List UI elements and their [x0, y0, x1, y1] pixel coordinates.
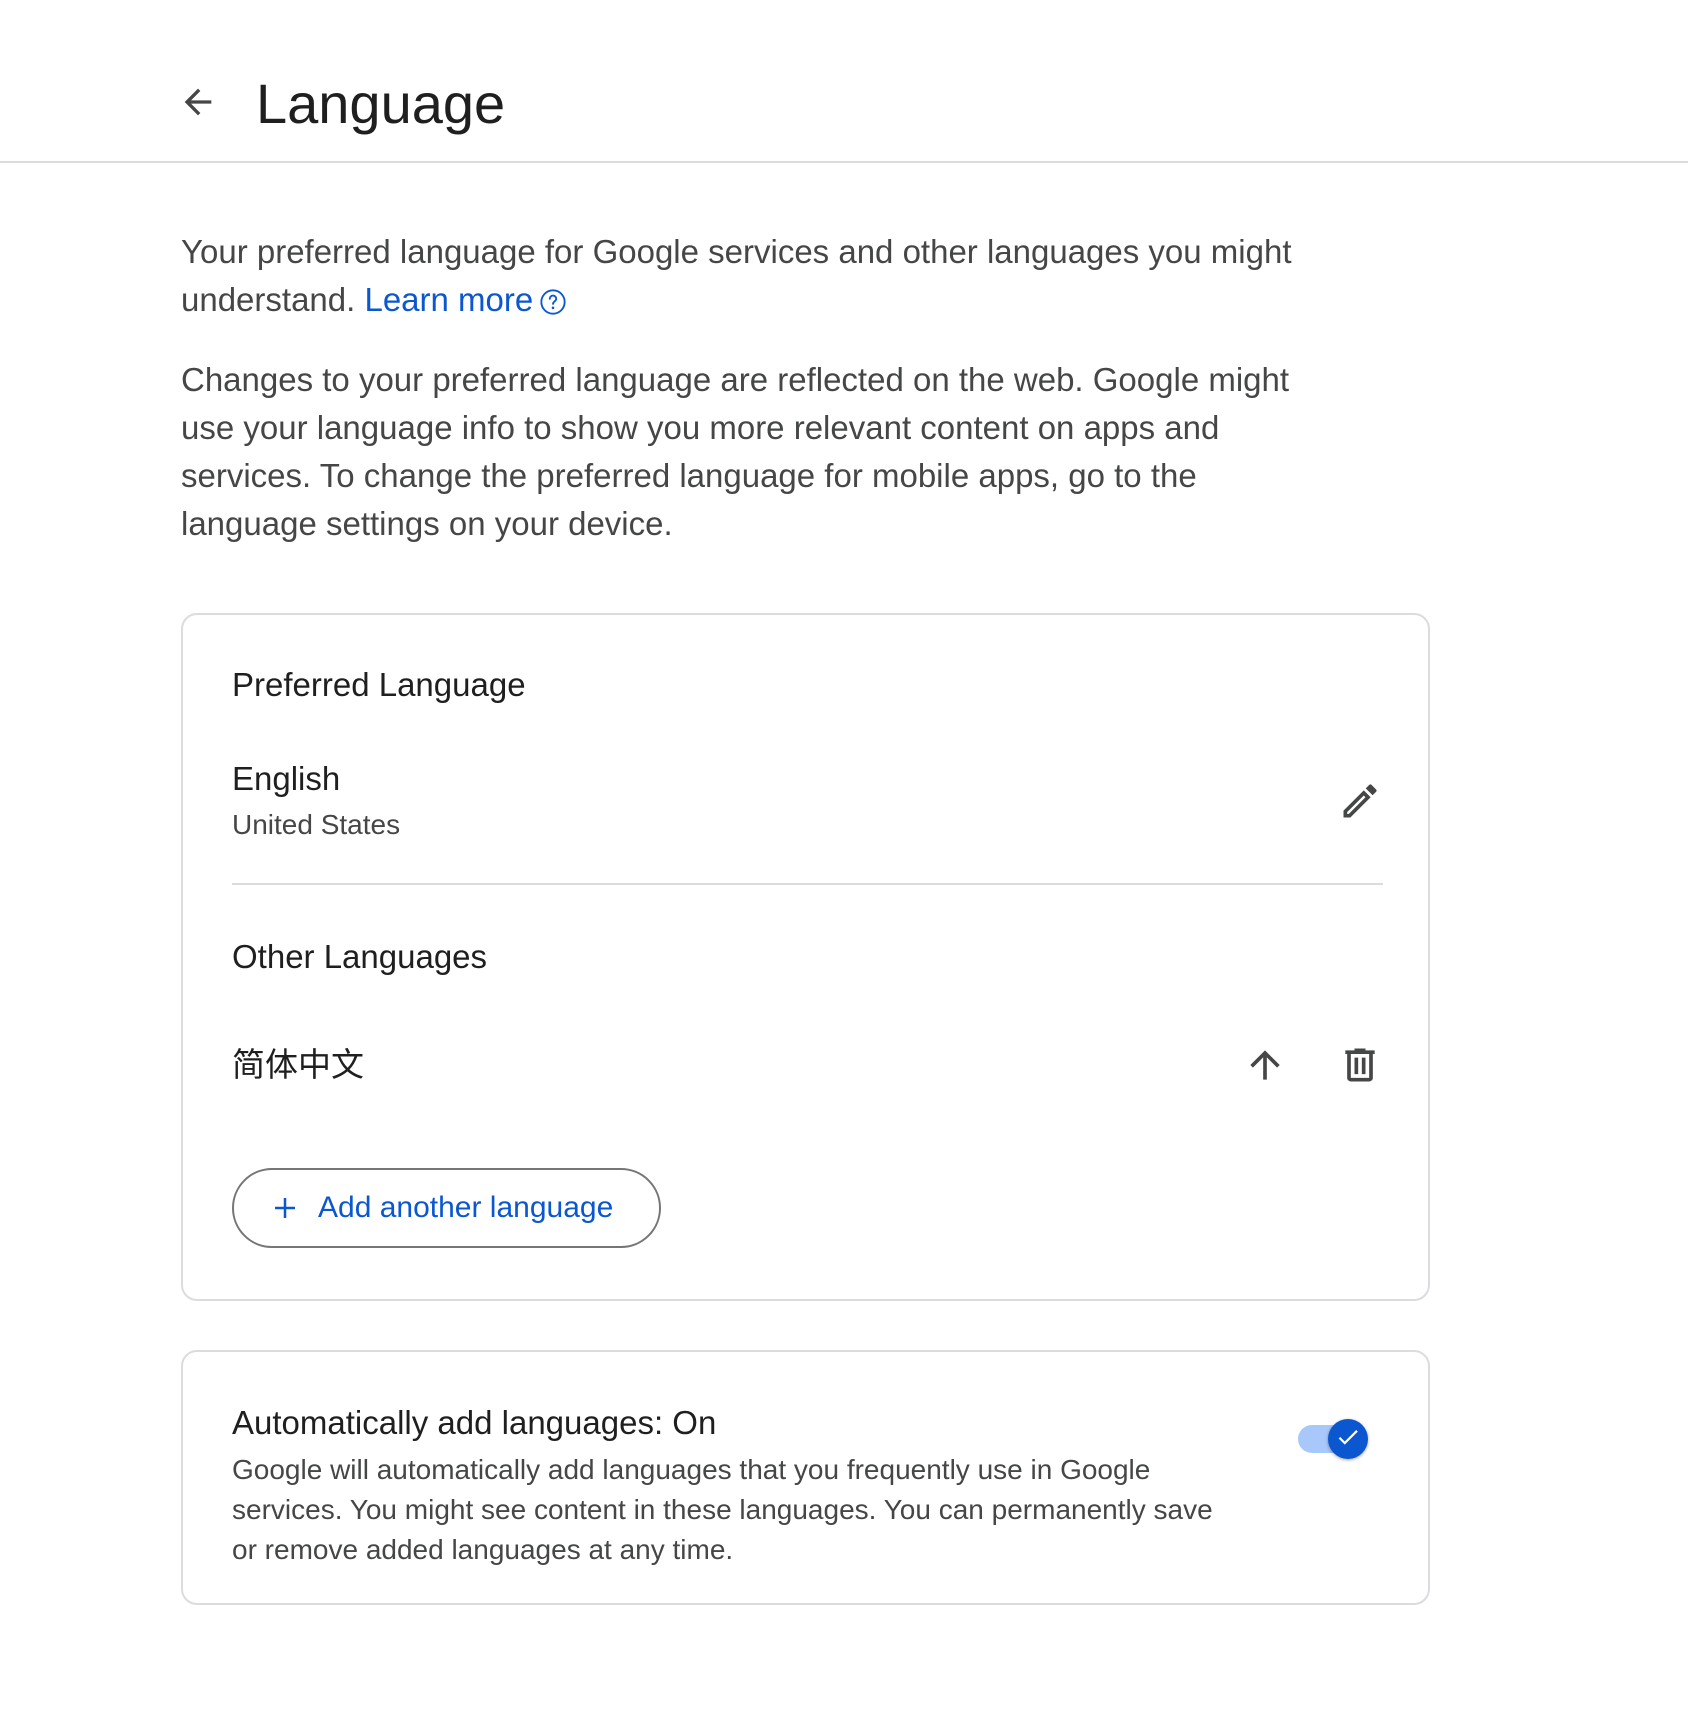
delete-language-button[interactable]: [1332, 1039, 1388, 1095]
auto-add-title: Automatically add languages: On: [232, 1404, 717, 1441]
preferred-language-region: United States: [232, 809, 401, 840]
edit-preferred-language-button[interactable]: [1332, 775, 1388, 831]
check-icon: [1335, 1424, 1361, 1455]
other-languages-title: Other Languages: [232, 938, 488, 975]
pencil-icon: [1338, 779, 1382, 828]
back-button[interactable]: [172, 78, 224, 130]
intro-text: Your preferred language for Google servi…: [181, 228, 1331, 329]
arrow-up-icon: [1243, 1043, 1287, 1092]
preferred-language-name: English: [232, 760, 341, 797]
auto-add-card: Automatically add languages: On Google w…: [181, 1350, 1430, 1605]
learn-more-link[interactable]: Learn more: [364, 281, 567, 318]
move-up-button[interactable]: [1237, 1039, 1293, 1095]
plus-icon: [270, 1193, 300, 1223]
toggle-thumb: [1328, 1419, 1368, 1459]
section-divider: [232, 883, 1383, 885]
arrow-left-icon: [178, 82, 218, 127]
auto-add-description: Google will automatically add languages …: [232, 1454, 1213, 1565]
trash-icon: [1338, 1043, 1382, 1092]
other-language-name: 简体中文: [232, 1045, 364, 1084]
add-another-language-label: Add another language: [318, 1191, 614, 1224]
language-card: Preferred Language English United States…: [181, 613, 1430, 1301]
page-header: Language: [0, 0, 1688, 163]
help-circle-icon: [539, 281, 567, 329]
intro-description: Your preferred language for Google servi…: [181, 233, 1292, 318]
auto-add-toggle[interactable]: [1294, 1415, 1370, 1463]
learn-more-label: Learn more: [364, 281, 534, 318]
preferred-language-title: Preferred Language: [232, 666, 526, 703]
add-another-language-button[interactable]: Add another language: [232, 1168, 661, 1248]
page-title: Language: [256, 72, 506, 135]
changes-text: Changes to your preferred language are r…: [181, 361, 1290, 542]
